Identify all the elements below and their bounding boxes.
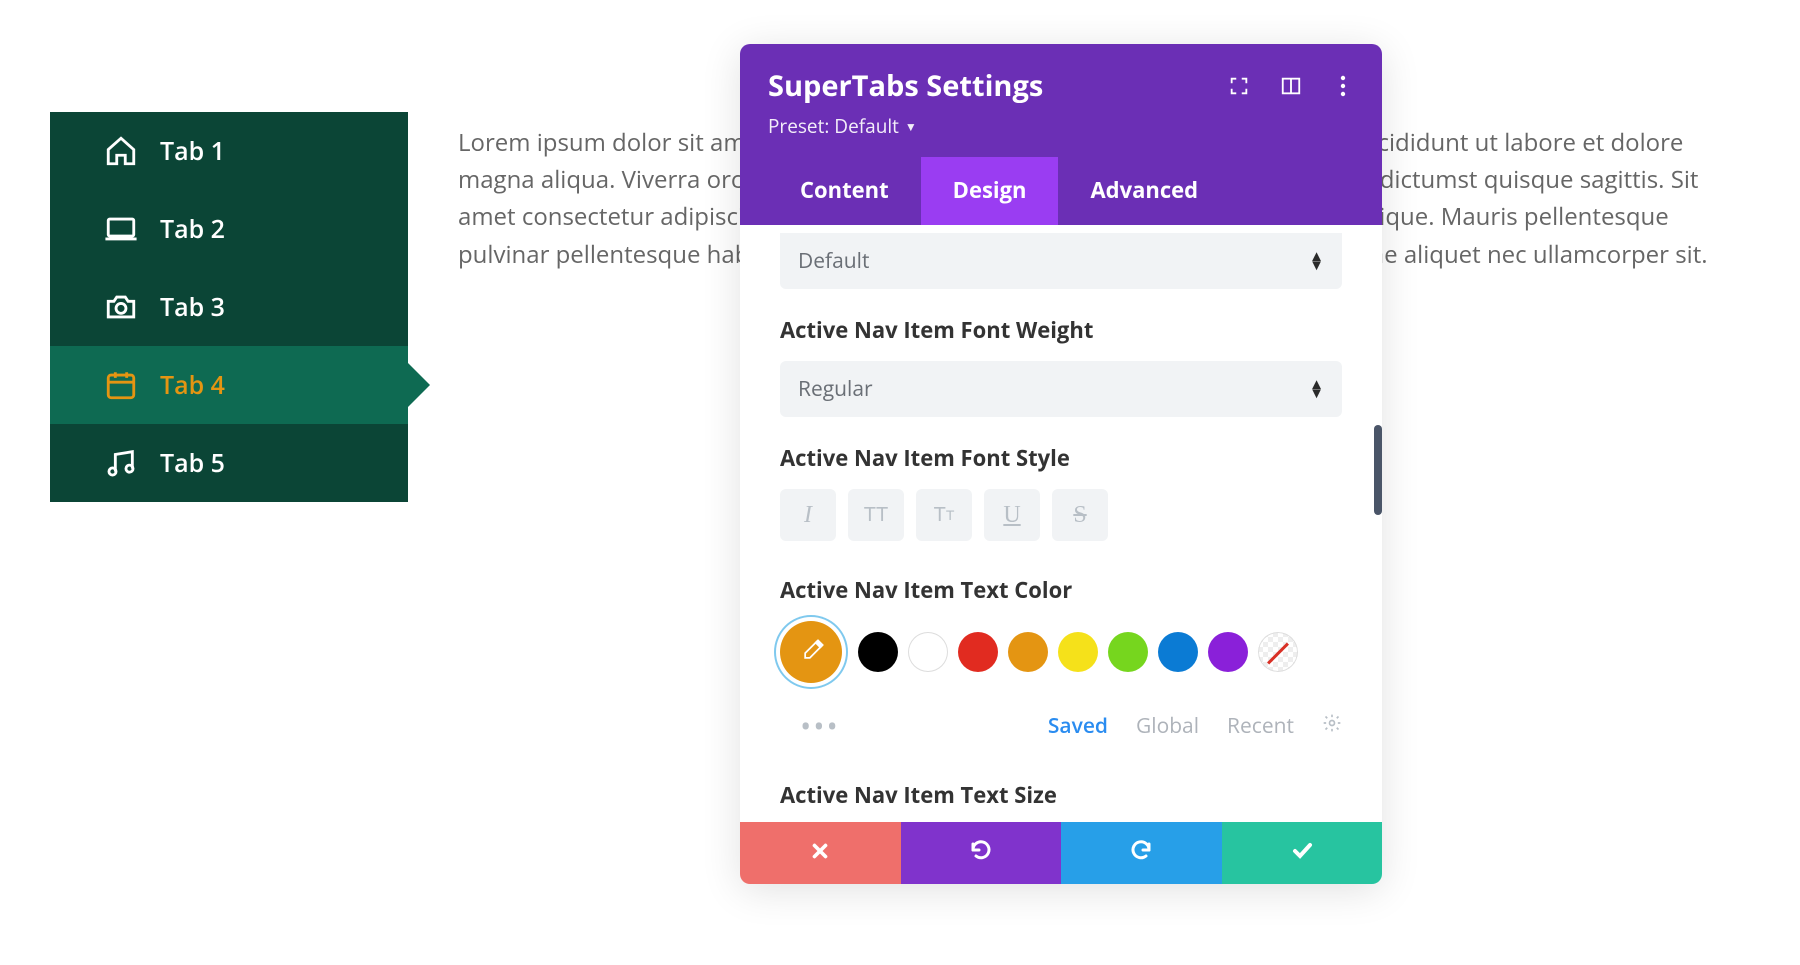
music-icon [104,446,138,480]
undo-icon [969,837,993,870]
close-icon [809,837,831,870]
scrollbar-thumb[interactable] [1374,425,1382,515]
color-sub-row: ••• Saved Global Recent [780,705,1342,746]
calendar-icon [104,368,138,402]
font-weight-label: Active Nav Item Font Weight [780,315,1342,345]
style-uppercase-button[interactable]: TT [848,489,904,541]
select-value: Default [798,247,869,275]
save-button[interactable] [1222,822,1383,884]
sidebar-tabs: Tab 1 Tab 2 Tab 3 Tab 4 Tab 5 [50,112,408,502]
updown-icon: ▲▼ [1309,252,1324,270]
active-tab-arrow [408,363,430,407]
more-dots-icon[interactable]: ••• [800,705,840,746]
color-tab-global[interactable]: Global [1136,712,1199,740]
redo-icon [1129,837,1153,870]
gear-icon[interactable] [1322,712,1342,740]
eyedropper-button[interactable] [780,621,842,683]
columns-icon[interactable] [1280,75,1302,97]
sidebar-item-label: Tab 2 [160,212,225,246]
more-icon[interactable] [1332,75,1354,97]
color-swatch-row [780,621,1342,683]
redo-button[interactable] [1061,822,1222,884]
modal-body: Default ▲▼ Active Nav Item Font Weight R… [740,225,1382,822]
tab-advanced[interactable]: Advanced [1058,157,1230,225]
preset-label: Preset: Default [768,113,899,139]
sidebar-item-tab-1[interactable]: Tab 1 [50,112,408,190]
swatch-transparent[interactable] [1258,632,1298,672]
font-select-partial[interactable]: Default ▲▼ [780,233,1342,289]
font-weight-select[interactable]: Regular ▲▼ [780,361,1342,417]
sidebar-item-label: Tab 3 [160,290,225,324]
style-italic-button[interactable]: I [780,489,836,541]
swatch-black[interactable] [858,632,898,672]
sidebar-item-label: Tab 4 [160,368,225,402]
text-size-label: Active Nav Item Text Size [780,780,1342,810]
settings-modal: SuperTabs Settings Preset: Default ▼ Con… [740,44,1382,884]
font-style-label: Active Nav Item Font Style [780,443,1342,473]
color-tab-saved[interactable]: Saved [1048,712,1108,740]
modal-footer [740,822,1382,884]
caret-down-icon: ▼ [905,118,917,135]
sidebar-item-tab-5[interactable]: Tab 5 [50,424,408,502]
color-tab-recent[interactable]: Recent [1227,712,1294,740]
check-icon [1290,837,1314,870]
undo-button[interactable] [901,822,1062,884]
preset-dropdown[interactable]: Preset: Default ▼ [768,113,917,157]
laptop-icon [104,212,138,246]
sidebar-item-label: Tab 1 [160,134,225,168]
sidebar-item-label: Tab 5 [160,446,225,480]
sidebar-item-tab-3[interactable]: Tab 3 [50,268,408,346]
tab-design[interactable]: Design [921,157,1059,225]
swatch-purple[interactable] [1208,632,1248,672]
style-strikethrough-button[interactable]: S [1052,489,1108,541]
modal-title: SuperTabs Settings [768,66,1043,105]
font-style-buttons: I TT TT U S [780,489,1342,541]
style-titlecase-button[interactable]: TT [916,489,972,541]
swatch-yellow[interactable] [1058,632,1098,672]
cancel-button[interactable] [740,822,901,884]
swatch-blue[interactable] [1158,632,1198,672]
modal-tabs: Content Design Advanced [768,157,1354,225]
swatch-green[interactable] [1108,632,1148,672]
modal-header: SuperTabs Settings Preset: Default ▼ Con… [740,44,1382,225]
sidebar-item-tab-2[interactable]: Tab 2 [50,190,408,268]
text-color-label: Active Nav Item Text Color [780,575,1342,605]
select-value: Regular [798,375,873,403]
swatch-red[interactable] [958,632,998,672]
swatch-orange[interactable] [1008,632,1048,672]
expand-icon[interactable] [1228,75,1250,97]
sidebar-item-tab-4[interactable]: Tab 4 [50,346,408,424]
tab-content[interactable]: Content [768,157,921,225]
updown-icon: ▲▼ [1309,380,1324,398]
camera-icon [104,290,138,324]
swatch-white[interactable] [908,632,948,672]
style-underline-button[interactable]: U [984,489,1040,541]
home-icon [104,134,138,168]
